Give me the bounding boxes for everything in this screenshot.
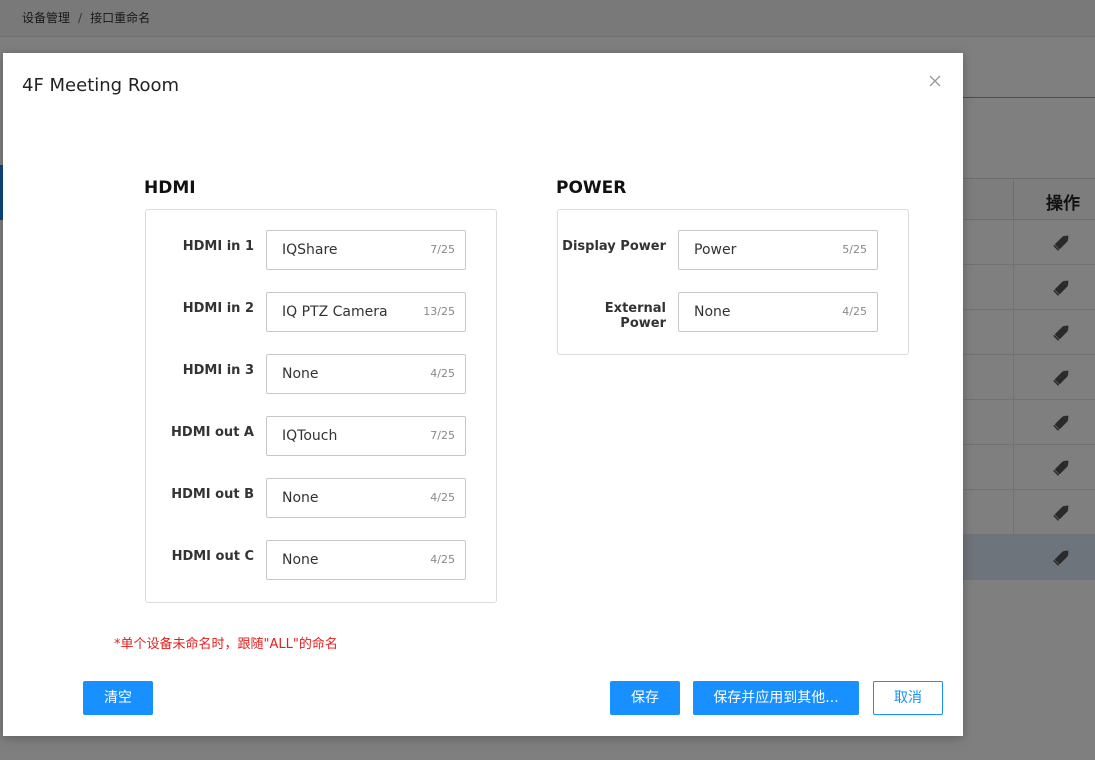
input-value: Power bbox=[694, 242, 737, 258]
field-label: HDMI in 3 bbox=[182, 363, 254, 378]
power-panel: Display Power Power 5/25 External Power None… bbox=[557, 209, 909, 355]
character-count: 13/25 bbox=[423, 305, 455, 318]
field-label: HDMI out C bbox=[171, 549, 254, 564]
input-value: None bbox=[694, 304, 731, 320]
character-count: 4/25 bbox=[842, 305, 867, 318]
power-section-title: POWER bbox=[556, 178, 627, 198]
input-value: None bbox=[282, 490, 319, 506]
input-value: IQTouch bbox=[282, 428, 338, 444]
rename-input[interactable]: None 4/25 bbox=[266, 540, 466, 580]
input-value: IQ PTZ Camera bbox=[282, 304, 388, 320]
hdmi-panel: HDMI in 1 IQShare 7/25 HDMI in 2 IQ PTZ Came… bbox=[145, 209, 497, 603]
field-label: Display Power bbox=[562, 239, 666, 254]
form-row: HDMI out C None 4/25 bbox=[146, 540, 496, 580]
field-label: HDMI out A bbox=[171, 425, 254, 440]
character-count: 7/25 bbox=[430, 243, 455, 256]
rename-input[interactable]: Power 5/25 bbox=[678, 230, 878, 270]
field-label: HDMI out B bbox=[171, 487, 254, 502]
rename-input[interactable]: None 4/25 bbox=[266, 478, 466, 518]
save-and-apply-button[interactable]: 保存并应用到其他... bbox=[693, 681, 859, 715]
cancel-button[interactable]: 取消 bbox=[873, 681, 943, 715]
clear-button[interactable]: 清空 bbox=[83, 681, 153, 715]
character-count: 5/25 bbox=[842, 243, 867, 256]
form-row: HDMI out A IQTouch 7/25 bbox=[146, 416, 496, 456]
rename-input[interactable]: IQ PTZ Camera 13/25 bbox=[266, 292, 466, 332]
rename-input[interactable]: None 4/25 bbox=[678, 292, 878, 332]
character-count: 4/25 bbox=[430, 367, 455, 380]
field-label: HDMI in 1 bbox=[182, 239, 254, 254]
character-count: 7/25 bbox=[430, 429, 455, 442]
save-button[interactable]: 保存 bbox=[610, 681, 680, 715]
form-row: External Power None 4/25 bbox=[558, 292, 908, 332]
form-row: HDMI in 3 None 4/25 bbox=[146, 354, 496, 394]
field-label: External Power bbox=[604, 301, 666, 331]
character-count: 4/25 bbox=[430, 491, 455, 504]
character-count: 4/25 bbox=[430, 553, 455, 566]
close-icon[interactable] bbox=[928, 74, 942, 88]
input-value: None bbox=[282, 366, 319, 382]
rename-input[interactable]: IQTouch 7/25 bbox=[266, 416, 466, 456]
rename-dialog: 4F Meeting Room HDMI HDMI in 1 IQShare 7/2… bbox=[3, 53, 963, 736]
form-row: HDMI in 1 IQShare 7/25 bbox=[146, 230, 496, 270]
naming-note: *单个设备未命名时，跟随"ALL"的命名 bbox=[114, 637, 338, 652]
rename-input[interactable]: None 4/25 bbox=[266, 354, 466, 394]
field-label: HDMI in 2 bbox=[182, 301, 254, 316]
form-row: Display Power Power 5/25 bbox=[558, 230, 908, 270]
rename-input[interactable]: IQShare 7/25 bbox=[266, 230, 466, 270]
form-row: HDMI in 2 IQ PTZ Camera 13/25 bbox=[146, 292, 496, 332]
dialog-title: 4F Meeting Room bbox=[22, 75, 180, 96]
input-value: IQShare bbox=[282, 242, 338, 258]
input-value: None bbox=[282, 552, 319, 568]
form-row: HDMI out B None 4/25 bbox=[146, 478, 496, 518]
hdmi-section-title: HDMI bbox=[144, 178, 196, 198]
